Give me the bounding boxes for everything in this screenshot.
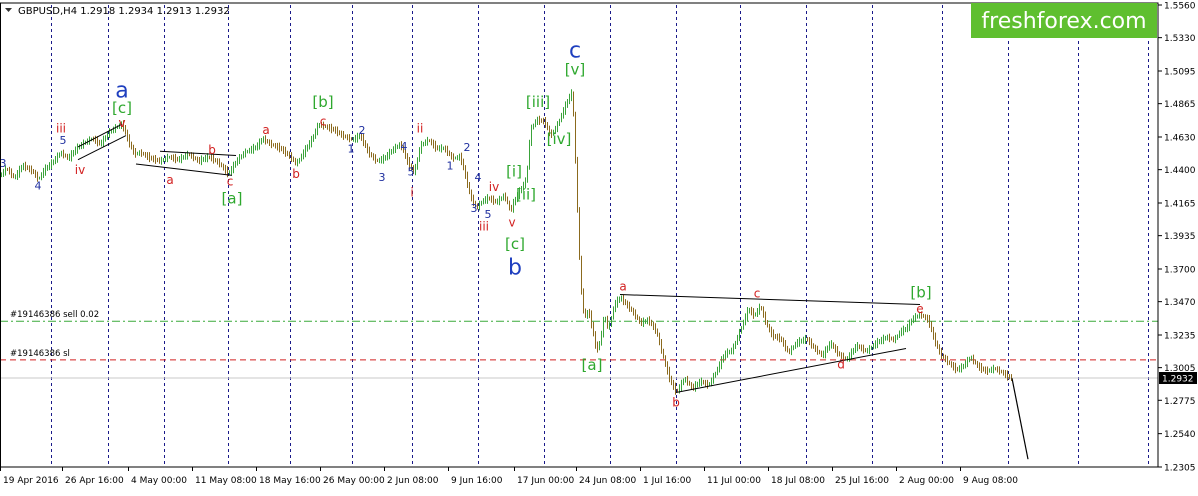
brand-logo: freshforex.com — [971, 3, 1157, 38]
wave-label: [iii] — [526, 93, 550, 111]
wave-label: 1 — [348, 143, 355, 156]
y-tick-label: 1.5560 — [1164, 2, 1196, 12]
order-line-label: #19146386 sell 0.02 — [10, 310, 99, 320]
wave-label: [b] — [910, 283, 931, 301]
y-tick-label: 1.5330 — [1164, 34, 1196, 44]
y-tick-label: 1.4865 — [1164, 100, 1196, 110]
wave-label: c — [320, 115, 327, 129]
wave-label: 4 — [475, 171, 482, 184]
wave-label: b — [292, 167, 300, 181]
x-tick-label: 25 Jul 16:00 — [835, 476, 889, 486]
x-tick-label: 2 Aug 00:00 — [899, 476, 954, 486]
y-tick-label: 1.2305 — [1164, 464, 1196, 474]
wave-label: ii — [417, 122, 424, 136]
wave-label: d — [837, 357, 845, 371]
y-tick-label: 1.2540 — [1164, 430, 1196, 440]
x-tick-label: 24 Jun 08:00 — [579, 476, 636, 486]
y-tick-label: 1.3700 — [1164, 266, 1196, 276]
x-tick-label: 9 Aug 08:00 — [963, 476, 1018, 486]
x-tick-label: 2 Jun 08:00 — [387, 476, 439, 486]
wave-label: 2 — [464, 141, 471, 154]
brand-logo-text: freshforex.com — [981, 9, 1146, 34]
x-tick-label: 11 Jul 00:00 — [707, 476, 761, 486]
wave-label: v — [118, 116, 125, 130]
chart-canvas: #19146386 sell 0.02#19146386 sl 345iiiiv… — [0, 0, 1198, 492]
wave-label: c — [569, 39, 581, 64]
wave-label: b — [508, 256, 522, 281]
wave-label: 5 — [60, 134, 67, 147]
wave-label: 1 — [447, 160, 454, 173]
wave-label: 3 — [379, 171, 386, 184]
wave-label: [a] — [582, 356, 603, 374]
x-tick-label: 26 Apr 16:00 — [65, 476, 124, 486]
wave-label: iv — [489, 180, 499, 194]
wave-label: iii — [479, 220, 489, 234]
wave-label: [iv] — [547, 130, 572, 148]
wave-label: v — [508, 215, 515, 229]
current-price-label: 1.2932 — [1162, 375, 1194, 385]
x-tick-label: 18 May 16:00 — [259, 476, 321, 486]
x-tick-label: 1 Jul 16:00 — [643, 476, 692, 486]
y-tick-label: 1.5095 — [1164, 68, 1196, 78]
wave-label: c — [227, 174, 234, 188]
wave-label: iv — [75, 163, 85, 177]
x-tick-label: 9 Jun 16:00 — [451, 476, 503, 486]
order-line-label: #19146386 sl — [10, 349, 70, 359]
y-tick-label: 1.4400 — [1164, 166, 1196, 176]
wave-label: a — [166, 173, 173, 187]
x-tick-label: 4 May 00:00 — [131, 476, 187, 486]
x-tick-label: 26 May 00:00 — [323, 476, 385, 486]
wave-label: 3 — [471, 202, 478, 215]
wave-label: b — [672, 396, 680, 410]
y-tick-label: 1.4630 — [1164, 134, 1196, 144]
wave-label: i — [410, 186, 413, 200]
y-tick-label: 1.3235 — [1164, 332, 1196, 342]
y-tick-label: 1.4165 — [1164, 200, 1196, 210]
wave-label: 2 — [359, 124, 366, 137]
wave-label: [b] — [312, 93, 333, 111]
wave-label: b — [208, 143, 216, 157]
y-tick-label: 1.2775 — [1164, 397, 1196, 407]
price-chart: #19146386 sell 0.02 #19146386 sl 3 4 5 iii iv… — [0, 0, 1198, 492]
wave-label: [a] — [222, 190, 243, 208]
wave-label: iii — [56, 122, 66, 136]
wave-label: 4 — [401, 140, 408, 153]
wave-label: [i] — [506, 163, 522, 181]
wave-label: e — [916, 302, 923, 316]
x-tick-label: 17 Jun 00:00 — [517, 476, 574, 486]
x-tick-label: 18 Jul 08:00 — [771, 476, 825, 486]
wave-label: 4 — [35, 180, 42, 193]
wave-label: a — [262, 123, 269, 137]
x-tick-label: 11 May 08:00 — [195, 476, 257, 486]
wave-label: [c] — [505, 235, 525, 253]
y-tick-label: 1.3470 — [1164, 298, 1196, 308]
wave-label: 5 — [408, 165, 415, 178]
y-tick-label: 1.3935 — [1164, 232, 1196, 242]
symbol-header: GBPUSD,H4 1.2918 1.2934 1.2913 1.2932 — [18, 6, 230, 17]
wave-label: a — [115, 78, 128, 103]
wave-label: [ii] — [516, 185, 536, 203]
wave-label: a — [619, 279, 626, 293]
wave-label: c — [754, 286, 761, 300]
x-tick-label: 19 Apr 2016 — [3, 476, 59, 486]
